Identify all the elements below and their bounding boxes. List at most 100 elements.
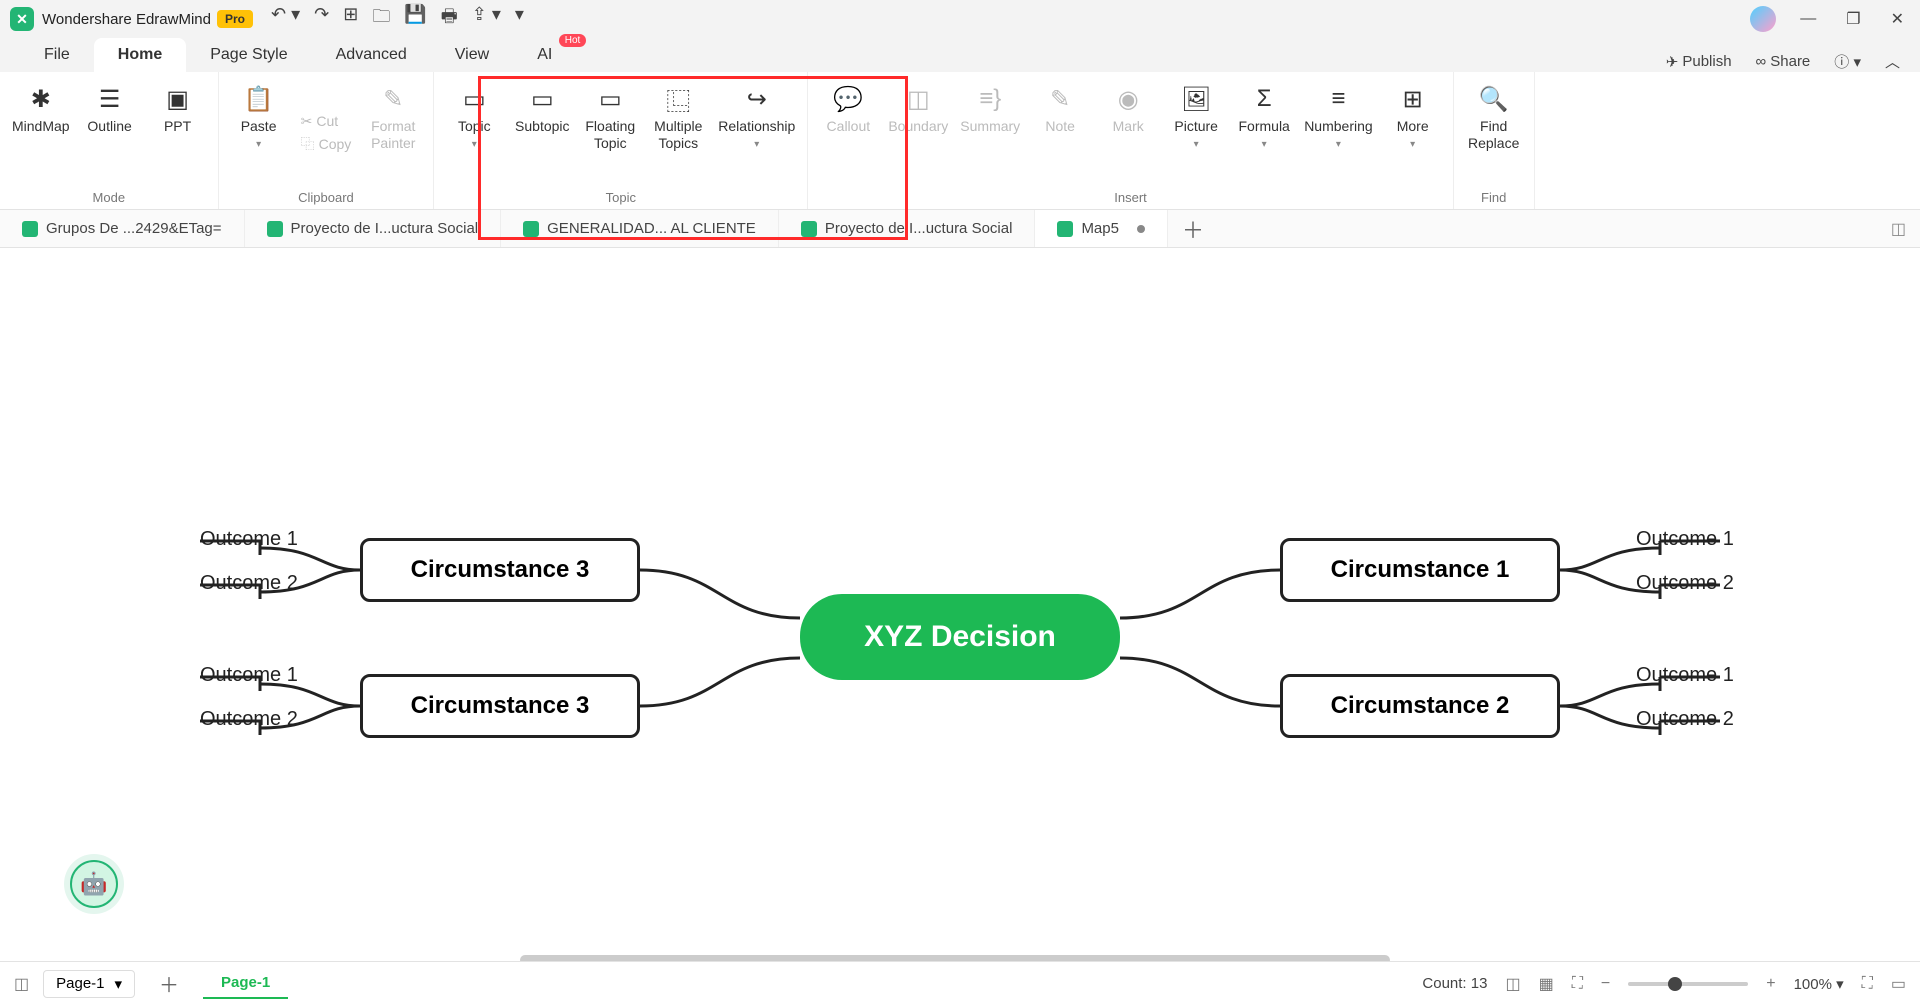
- formula-button[interactable]: ΣFormula▾: [1232, 78, 1296, 188]
- doctab-0[interactable]: Grupos De ...2429&ETag=: [0, 210, 245, 247]
- view-mode-1[interactable]: ◫: [1505, 974, 1520, 994]
- add-page-button[interactable]: ＋: [149, 965, 189, 1002]
- doc-icon: [801, 221, 817, 237]
- picture-button[interactable]: 🖼Picture▾: [1164, 78, 1228, 188]
- open-button[interactable]: 🗀: [372, 4, 390, 34]
- user-avatar[interactable]: [1750, 6, 1776, 32]
- new-button[interactable]: ⊞: [343, 4, 358, 34]
- topic-button[interactable]: ▭Topic▾: [442, 78, 506, 188]
- canvas[interactable]: XYZ Decision Circumstance 3 Circumstance…: [0, 248, 1920, 968]
- mark-button[interactable]: ◉Mark: [1096, 78, 1160, 188]
- fullscreen-button[interactable]: ⛶: [1862, 975, 1873, 993]
- close-button[interactable]: ✕: [1885, 5, 1910, 33]
- ribbon-group-topic: ▭Topic▾ ▭Subtopic ▭Floating Topic ⿺Multi…: [434, 72, 808, 209]
- central-topic[interactable]: XYZ Decision: [800, 594, 1120, 680]
- dropdown-icon: ▾: [1410, 139, 1415, 150]
- titlebar: ✕ Wondershare EdrawMind Pro ↶ ▾ ↷ ⊞ 🗀 💾 …: [0, 0, 1920, 38]
- branch-right-0[interactable]: Circumstance 1: [1280, 538, 1560, 602]
- menu-advanced[interactable]: Advanced: [312, 38, 431, 72]
- formula-icon: Σ: [1257, 84, 1272, 114]
- note-icon: ✎: [1050, 84, 1070, 114]
- add-tab-button[interactable]: ＋: [1168, 213, 1218, 245]
- fit-page-button[interactable]: ⛶: [1572, 975, 1583, 993]
- outline-button[interactable]: ☰Outline: [78, 78, 142, 188]
- paste-button[interactable]: 📋Paste▾: [227, 78, 291, 188]
- doctab-2[interactable]: GENERALIDAD... AL CLIENTE: [501, 210, 779, 247]
- find-group-label: Find: [1481, 188, 1506, 205]
- branch-left-0[interactable]: Circumstance 3: [360, 538, 640, 602]
- export-button[interactable]: ⇪ ▾: [472, 4, 501, 34]
- doc-icon: [1057, 221, 1073, 237]
- menu-page-style[interactable]: Page Style: [186, 38, 311, 72]
- callout-button[interactable]: 💬Callout: [816, 78, 880, 188]
- app-name: Wondershare EdrawMind: [42, 11, 211, 28]
- outcome-l1-1[interactable]: Outcome 2: [200, 708, 298, 731]
- undo-button[interactable]: ↶ ▾: [271, 4, 300, 34]
- outcome-l1-0[interactable]: Outcome 1: [200, 664, 298, 687]
- ai-assistant-button[interactable]: 🤖: [70, 860, 118, 908]
- minimize-button[interactable]: —: [1794, 6, 1822, 32]
- view-mode-2[interactable]: ▦: [1539, 974, 1554, 994]
- ribbon-group-mode: ✱MindMap ☰Outline ▣PPT Mode: [0, 72, 219, 209]
- menu-home[interactable]: Home: [94, 38, 186, 72]
- save-button[interactable]: 💾: [404, 4, 426, 34]
- share-button[interactable]: ∞ Share: [1756, 53, 1811, 70]
- zoom-out-button[interactable]: −: [1601, 975, 1610, 993]
- redo-button[interactable]: ↷: [314, 4, 329, 34]
- mindmap-button[interactable]: ✱MindMap: [8, 78, 74, 188]
- ribbon-group-insert: 💬Callout ◫Boundary ≡}Summary ✎Note ◉Mark…: [808, 72, 1453, 209]
- doctab-1[interactable]: Proyecto de I...uctura Social: [245, 210, 502, 247]
- cut-button[interactable]: ✂Cut: [295, 111, 358, 132]
- mode-group-label: Mode: [93, 188, 126, 205]
- outcome-r0-0[interactable]: Outcome 1: [1636, 528, 1734, 551]
- outcome-r1-0[interactable]: Outcome 1: [1636, 664, 1734, 687]
- picture-icon: 🖼: [1181, 84, 1211, 114]
- outcome-r0-1[interactable]: Outcome 2: [1636, 572, 1734, 595]
- menu-view[interactable]: View: [431, 38, 513, 72]
- panel-toggle-button[interactable]: ◫: [1891, 219, 1920, 239]
- help-button[interactable]: ⓘ ▾: [1834, 51, 1861, 72]
- pages-panel-button[interactable]: ◫: [14, 974, 29, 994]
- format-painter-button[interactable]: ✎Format Painter: [361, 78, 425, 188]
- zoom-value[interactable]: 100% ▾: [1794, 975, 1844, 993]
- minimize-panel-button[interactable]: ▭: [1891, 974, 1906, 994]
- menu-file[interactable]: File: [20, 38, 94, 72]
- outcome-l0-1[interactable]: Outcome 2: [200, 572, 298, 595]
- summary-icon: ≡}: [979, 84, 1001, 114]
- copy-button[interactable]: ⿻Copy: [295, 132, 358, 156]
- ppt-button[interactable]: ▣PPT: [146, 78, 210, 188]
- doc-icon: [523, 221, 539, 237]
- outcome-r1-1[interactable]: Outcome 2: [1636, 708, 1734, 731]
- relationship-button[interactable]: ↪Relationship▾: [714, 78, 799, 188]
- numbering-button[interactable]: ≡Numbering▾: [1300, 78, 1376, 188]
- menu-bar: File Home Page Style Advanced View AI Ho…: [0, 38, 1920, 72]
- subtopic-button[interactable]: ▭Subtopic: [510, 78, 574, 188]
- publish-button[interactable]: ✈ Publish: [1666, 53, 1732, 71]
- floating-topic-button[interactable]: ▭Floating Topic: [578, 78, 642, 188]
- doctab-4[interactable]: Map5: [1035, 210, 1168, 247]
- dropdown-icon: ▾: [1194, 139, 1199, 150]
- more-button[interactable]: ⊞More▾: [1381, 78, 1445, 188]
- note-button[interactable]: ✎Note: [1028, 78, 1092, 188]
- page-selector[interactable]: Page-1 ▾: [43, 970, 135, 998]
- print-button[interactable]: 🖶: [441, 4, 458, 34]
- boundary-button[interactable]: ◫Boundary: [884, 78, 952, 188]
- find-replace-button[interactable]: 🔍Find Replace: [1462, 78, 1526, 188]
- outcome-l0-0[interactable]: Outcome 1: [200, 528, 298, 551]
- mark-icon: ◉: [1118, 84, 1139, 114]
- qat-more-button[interactable]: ▾: [515, 4, 524, 34]
- find-icon: 🔍: [1479, 84, 1509, 114]
- branch-right-1[interactable]: Circumstance 2: [1280, 674, 1560, 738]
- doctab-3[interactable]: Proyecto de I...uctura Social: [779, 210, 1036, 247]
- zoom-slider[interactable]: [1628, 982, 1748, 986]
- menu-ai[interactable]: AI Hot: [513, 38, 576, 72]
- multiple-topics-button[interactable]: ⿺Multiple Topics: [646, 78, 710, 188]
- maximize-button[interactable]: ❐: [1840, 5, 1866, 33]
- multiple-topics-icon: ⿺: [666, 84, 690, 114]
- zoom-thumb[interactable]: [1668, 977, 1682, 991]
- collapse-ribbon-button[interactable]: ︿: [1885, 51, 1900, 72]
- page-tab[interactable]: Page-1: [203, 968, 288, 999]
- branch-left-1[interactable]: Circumstance 3: [360, 674, 640, 738]
- summary-button[interactable]: ≡}Summary: [956, 78, 1024, 188]
- zoom-in-button[interactable]: +: [1766, 975, 1775, 993]
